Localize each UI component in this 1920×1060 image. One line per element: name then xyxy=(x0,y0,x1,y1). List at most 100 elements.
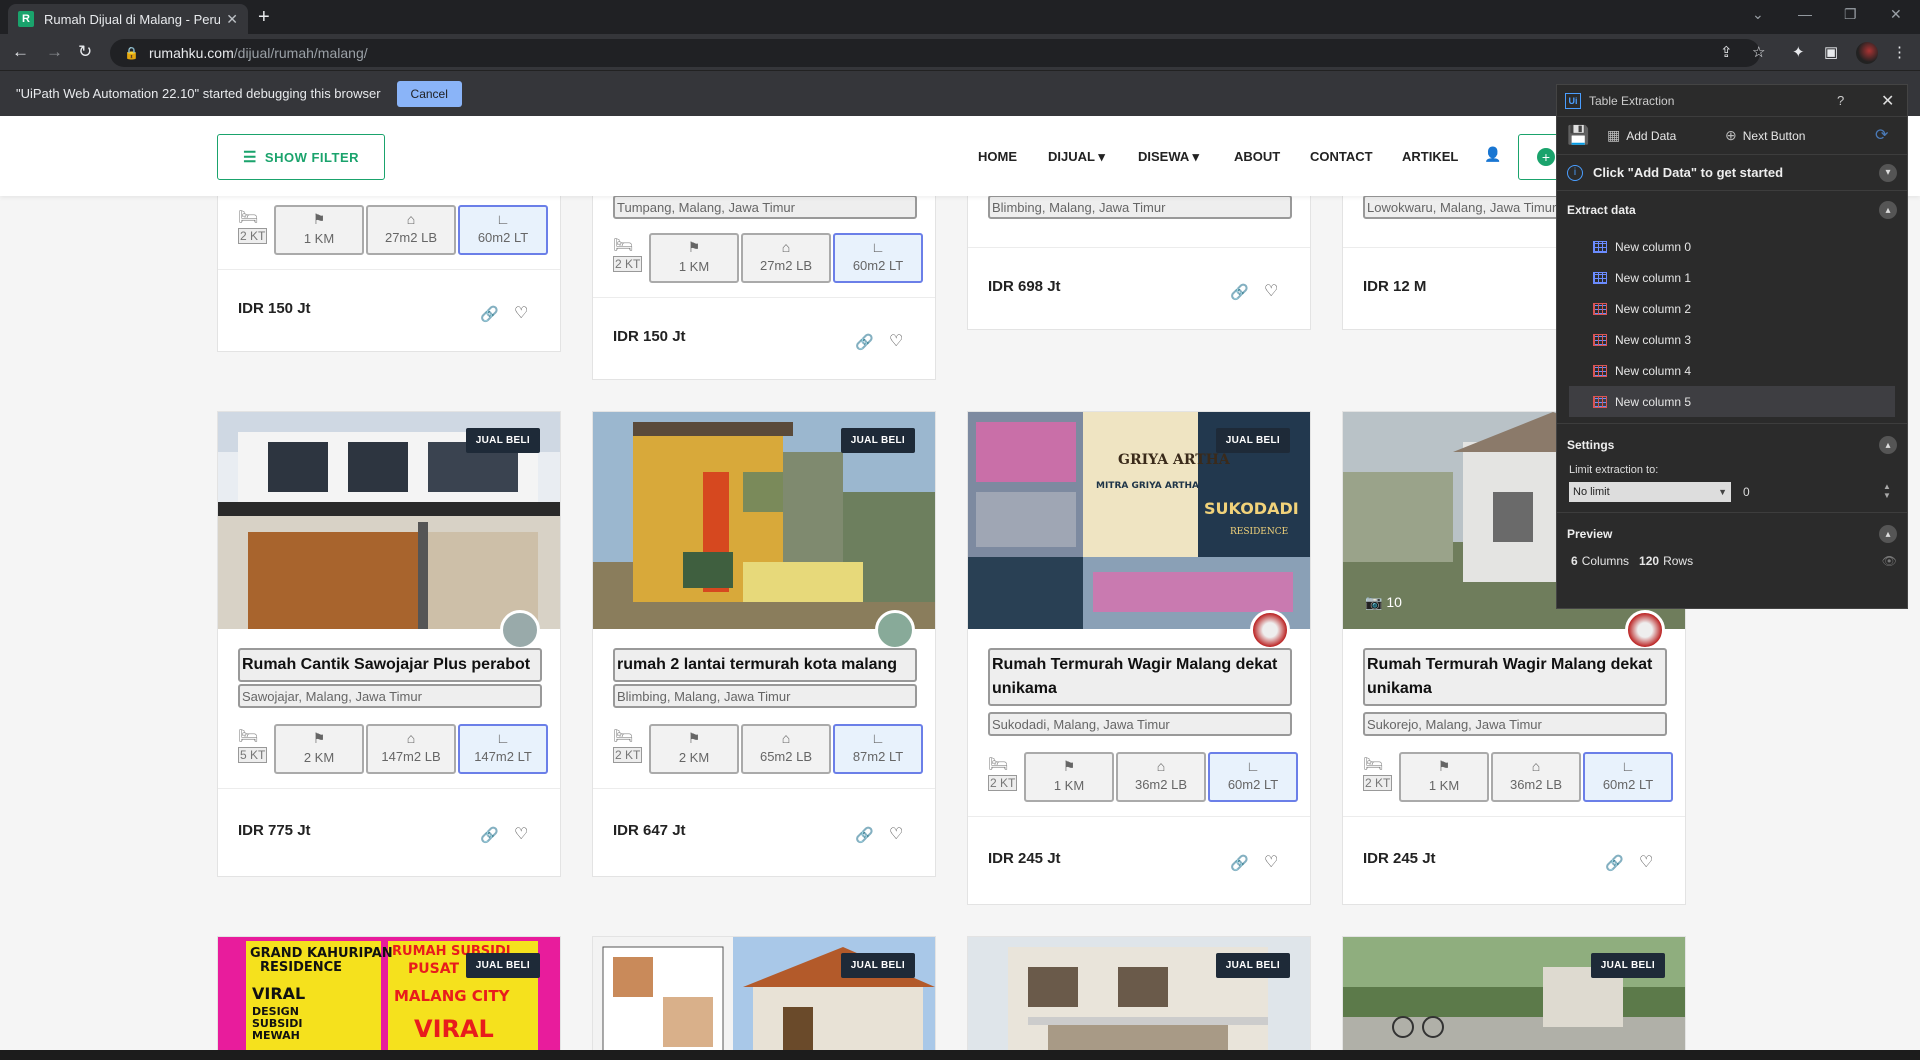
listing-title[interactable]: Rumah Termurah Wagir Malang dekat unikam… xyxy=(988,648,1292,706)
extract-data-header[interactable]: Extract data ▴ xyxy=(1557,195,1907,225)
nav-dijual[interactable]: DIJUAL ▾ xyxy=(1048,149,1105,165)
chevron-down-icon[interactable]: ▾ xyxy=(1879,163,1897,182)
panel-titlebar: Ui Table Extraction ? ✕ xyxy=(1557,85,1907,117)
column-item[interactable]: New column 0 xyxy=(1569,231,1895,262)
agent-avatar[interactable] xyxy=(875,610,915,650)
link-icon[interactable]: 🔗 xyxy=(855,826,874,844)
listing-card[interactable]: JUAL BELI Rumah Cantik Sawojajar Plus pe… xyxy=(217,411,561,877)
agent-avatar[interactable] xyxy=(500,610,540,650)
share-icon[interactable]: ⇪ xyxy=(1720,43,1733,61)
bedroom-spec: 🛏 5 KT xyxy=(238,726,270,766)
jual-beli-badge: JUAL BELI xyxy=(1215,953,1290,978)
listing-card[interactable]: JUAL BELI xyxy=(1342,936,1686,1050)
column-item[interactable]: New column 3 xyxy=(1569,324,1895,355)
limit-number-input[interactable]: 0 xyxy=(1743,485,1750,499)
refresh-icon[interactable]: ⟳ xyxy=(1875,125,1888,145)
show-filter-button[interactable]: ☰ SHOW FILTER xyxy=(217,134,385,180)
next-button-button[interactable]: ⊕ Next Button xyxy=(1725,127,1805,144)
listing-photo[interactable]: JUAL BELI xyxy=(218,412,560,629)
listing-photo[interactable]: GRIYA ARTHA MITRA GRIYA ARTHA SUKODADI R… xyxy=(968,412,1310,629)
preview-header[interactable]: Preview ▴ xyxy=(1557,519,1907,549)
link-icon[interactable]: 🔗 xyxy=(480,826,499,844)
bed-icon: 🛏 xyxy=(613,728,634,745)
bookmark-star-icon[interactable]: ☆ xyxy=(1752,43,1765,61)
browser-tab[interactable]: R Rumah Dijual di Malang - Perum ✕ xyxy=(8,4,248,34)
nav-contact[interactable]: CONTACT xyxy=(1310,149,1373,164)
chevron-up-icon[interactable]: ▴ xyxy=(1879,525,1897,543)
agent-avatar[interactable] xyxy=(1625,610,1665,650)
save-icon[interactable]: 💾 xyxy=(1567,125,1589,146)
restore-icon[interactable]: ❐ xyxy=(1844,6,1857,23)
listing-photo[interactable]: GRAND KAHURIPAN RESIDENCE VIRAL DESIGN S… xyxy=(218,937,560,1050)
column-item[interactable]: New column 1 xyxy=(1569,262,1895,293)
listing-card[interactable]: JUAL BELI xyxy=(592,936,936,1050)
chevron-up-icon[interactable]: ▴ xyxy=(1879,436,1897,454)
link-icon[interactable]: 🔗 xyxy=(855,333,874,351)
cancel-debug-button[interactable]: Cancel xyxy=(396,80,462,107)
flag-icon: ⚑ xyxy=(687,730,701,746)
chevron-up-icon[interactable]: ▴ xyxy=(1879,201,1897,219)
user-icon[interactable]: 👤 xyxy=(1484,146,1501,163)
nav-disewa[interactable]: DISEWA ▾ xyxy=(1138,149,1199,165)
tab-search-icon[interactable]: ⌄ xyxy=(1752,6,1764,23)
settings-header[interactable]: Settings ▴ xyxy=(1557,430,1907,460)
extensions-icon[interactable]: ✦ xyxy=(1792,43,1805,61)
listing-title[interactable]: Rumah Termurah Wagir Malang dekat unikam… xyxy=(1363,648,1667,706)
help-icon[interactable]: ? xyxy=(1837,93,1844,108)
listing-photo[interactable]: JUAL BELI xyxy=(593,412,935,629)
listing-photo[interactable]: JUAL BELI xyxy=(1343,937,1685,1050)
window-close-icon[interactable]: ✕ xyxy=(1890,6,1902,23)
card-divider xyxy=(593,297,935,298)
lock-icon[interactable]: 🔒 xyxy=(124,46,139,60)
link-icon[interactable]: 🔗 xyxy=(1230,854,1249,872)
listing-card[interactable]: GRIYA ARTHA MITRA GRIYA ARTHA SUKODADI R… xyxy=(967,411,1311,905)
menu-kebab-icon[interactable]: ⋮ xyxy=(1892,43,1907,61)
nav-artikel[interactable]: ARTIKEL xyxy=(1402,149,1458,164)
limit-dropdown[interactable]: No limit ▼ xyxy=(1569,482,1731,502)
listing-card[interactable]: GRAND KAHURIPAN RESIDENCE VIRAL DESIGN S… xyxy=(217,936,561,1050)
table-column-icon xyxy=(1593,271,1607,284)
add-data-button[interactable]: ▦ Add Data xyxy=(1607,127,1676,144)
tab-close-icon[interactable]: ✕ xyxy=(226,11,238,28)
listing-title[interactable]: Rumah Cantik Sawojajar Plus perabot xyxy=(238,648,542,682)
link-icon[interactable]: 🔗 xyxy=(480,305,499,323)
new-tab-icon[interactable]: + xyxy=(258,6,270,29)
agent-avatar[interactable] xyxy=(1250,610,1290,650)
home-icon: ⌂ xyxy=(781,239,791,255)
heart-icon[interactable]: ♡ xyxy=(1264,281,1278,301)
table-extraction-panel: Ui Table Extraction ? ✕ 💾 ▦ Add Data ⊕ Nex… xyxy=(1556,84,1908,609)
heart-icon[interactable]: ♡ xyxy=(514,303,528,323)
heart-icon[interactable]: ♡ xyxy=(514,824,528,844)
listing-card[interactable]: JUAL BELI rumah 2 lantai termurah kota m… xyxy=(592,411,936,877)
heart-icon[interactable]: ♡ xyxy=(1264,852,1278,872)
listing-photo[interactable]: JUAL BELI xyxy=(968,937,1310,1050)
forward-icon[interactable]: → xyxy=(46,42,63,62)
reload-icon[interactable]: ↻ xyxy=(78,42,92,62)
heart-icon[interactable]: ♡ xyxy=(889,824,903,844)
nav-about[interactable]: ABOUT xyxy=(1234,149,1280,164)
close-icon[interactable]: ✕ xyxy=(1881,91,1894,111)
listing-title[interactable]: rumah 2 lantai termurah kota malang xyxy=(613,648,917,682)
column-item-selected[interactable]: New column 5 xyxy=(1569,386,1895,417)
listing-photo[interactable]: JUAL BELI xyxy=(593,937,935,1050)
divider xyxy=(1557,423,1907,424)
profile-avatar[interactable] xyxy=(1856,42,1878,64)
address-bar[interactable]: 🔒 rumahku.com /dijual/rumah/malang/ xyxy=(110,39,1760,67)
heart-icon[interactable]: ♡ xyxy=(889,331,903,351)
link-icon[interactable]: 🔗 xyxy=(1605,854,1624,872)
column-item[interactable]: New column 4 xyxy=(1569,355,1895,386)
side-panel-icon[interactable]: ▣ xyxy=(1824,43,1838,61)
jual-beli-badge: JUAL BELI xyxy=(840,428,915,453)
nav-home[interactable]: HOME xyxy=(978,149,1017,164)
bedroom-spec: 🛏 2 KT xyxy=(238,207,270,247)
column-item[interactable]: New column 2 xyxy=(1569,293,1895,324)
back-icon[interactable]: ← xyxy=(12,42,29,62)
minimize-icon[interactable]: — xyxy=(1798,6,1812,22)
building-area-spec: ⌂ 36m2 LB xyxy=(1491,752,1581,802)
link-icon[interactable]: 🔗 xyxy=(1230,283,1249,301)
distance-spec: ⚑ 2 KM xyxy=(649,724,739,774)
listing-card[interactable]: JUAL BELI xyxy=(967,936,1311,1050)
heart-icon[interactable]: ♡ xyxy=(1639,852,1653,872)
eye-icon[interactable]: 👁 xyxy=(1882,554,1897,568)
spinner-icon[interactable]: ▲ ▼ xyxy=(1883,482,1891,500)
